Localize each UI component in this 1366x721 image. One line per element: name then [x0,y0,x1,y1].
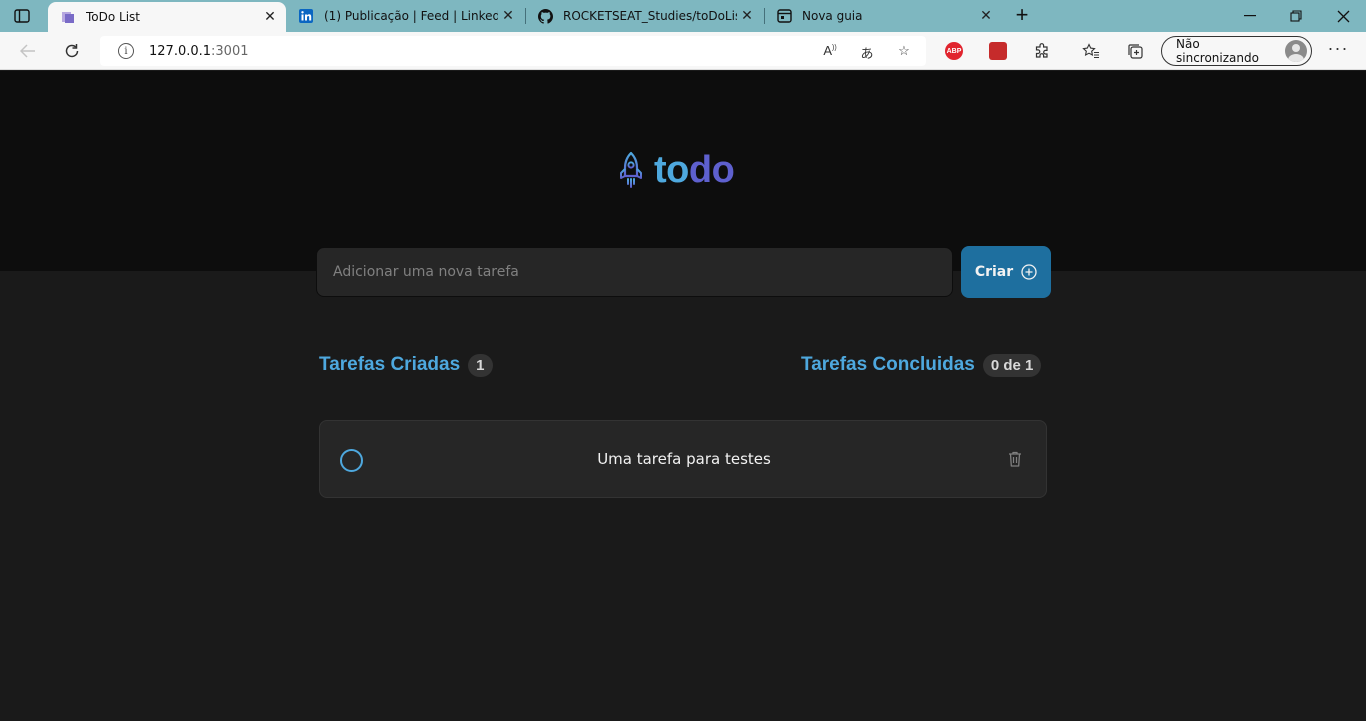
created-tasks-counter: Tarefas Criadas 1 [319,353,493,377]
restore-icon[interactable] [1273,0,1319,32]
browser-toolbar: i 127.0.0.1:3001 A)) あ ☆ ABP Não sincron… [0,32,1366,70]
adblock-plus-icon[interactable]: ABP [944,41,964,61]
read-aloud-icon[interactable]: A)) [820,43,840,59]
tab-title: ROCKETSEAT_Studies/toDoList at [563,9,737,23]
site-info-icon[interactable]: i [118,43,134,59]
close-tab-icon[interactable]: ✕ [260,9,280,25]
new-tab-button[interactable]: + [1010,4,1034,28]
close-tab-icon[interactable]: ✕ [498,8,518,24]
avatar [1285,40,1307,62]
tab-title: (1) Publicação | Feed | LinkedIn [324,9,498,23]
create-label: Criar [974,264,1014,280]
create-task-button[interactable]: Criar [961,246,1051,298]
logo-text: todo [654,148,735,192]
tab-actions-icon[interactable] [12,8,32,24]
tab-title: ToDo List [86,10,141,24]
github-icon [537,8,553,24]
tab-title: Nova guia [802,9,863,23]
close-tab-icon[interactable]: ✕ [976,8,996,24]
extensions-icon[interactable] [1031,41,1053,61]
close-window-icon[interactable] [1320,0,1366,32]
new-task-input[interactable]: Adicionar uma nova tarefa [316,247,953,297]
plus-circle-icon [1021,264,1037,280]
address-bar[interactable]: i 127.0.0.1:3001 A)) あ ☆ [100,36,926,66]
tab-new-tab[interactable]: Nova guia ✕ [764,0,1002,32]
add-favorite-icon[interactable]: ☆ [894,43,914,59]
logo-text-to: to [654,148,689,191]
profile-sync-button[interactable]: Não sincronizando [1161,36,1312,66]
more-options-icon[interactable]: ··· [1326,39,1350,61]
linkedin-icon [298,8,314,24]
close-tab-icon[interactable]: ✕ [737,8,757,24]
page-icon [60,9,76,25]
back-icon[interactable] [15,39,41,63]
url-text: 127.0.0.1:3001 [149,44,249,59]
url-port: :3001 [211,43,249,59]
new-task-placeholder: Adicionar uma nova tarefa [333,264,519,280]
logo-text-do: do [688,148,735,191]
collections-icon[interactable] [1124,41,1146,61]
task-item: Uma tarefa para testes [319,420,1047,498]
created-tasks-label: Tarefas Criadas [319,354,461,375]
extension-icon[interactable] [988,41,1008,61]
browser-tab-bar: ToDo List ✕ (1) Publicação | Feed | Link… [0,0,1366,32]
newtab-icon [776,8,792,24]
tab-github[interactable]: ROCKETSEAT_Studies/toDoList at ✕ [525,0,763,32]
created-tasks-badge: 1 [468,353,493,377]
sync-label: Não sincronizando [1176,37,1259,65]
tab-todo-list[interactable]: ToDo List ✕ [48,2,286,32]
completed-tasks-badge: 0 de 1 [982,353,1042,377]
completed-tasks-counter: Tarefas Concluidas 0 de 1 [801,353,1042,377]
favorites-icon[interactable] [1080,41,1102,61]
url-host: 127.0.0.1 [149,43,212,59]
completed-tasks-label: Tarefas Concluidas [801,354,975,375]
tab-linkedin[interactable]: (1) Publicação | Feed | LinkedIn ✕ [286,0,524,32]
minimize-icon[interactable] [1227,0,1273,32]
task-text: Uma tarefa para testes [597,450,771,468]
trash-icon[interactable] [1006,450,1024,468]
rocket-icon [620,151,642,188]
app-logo: todo [618,148,735,192]
translate-icon[interactable]: あ [857,43,877,61]
refresh-icon[interactable] [59,39,85,63]
